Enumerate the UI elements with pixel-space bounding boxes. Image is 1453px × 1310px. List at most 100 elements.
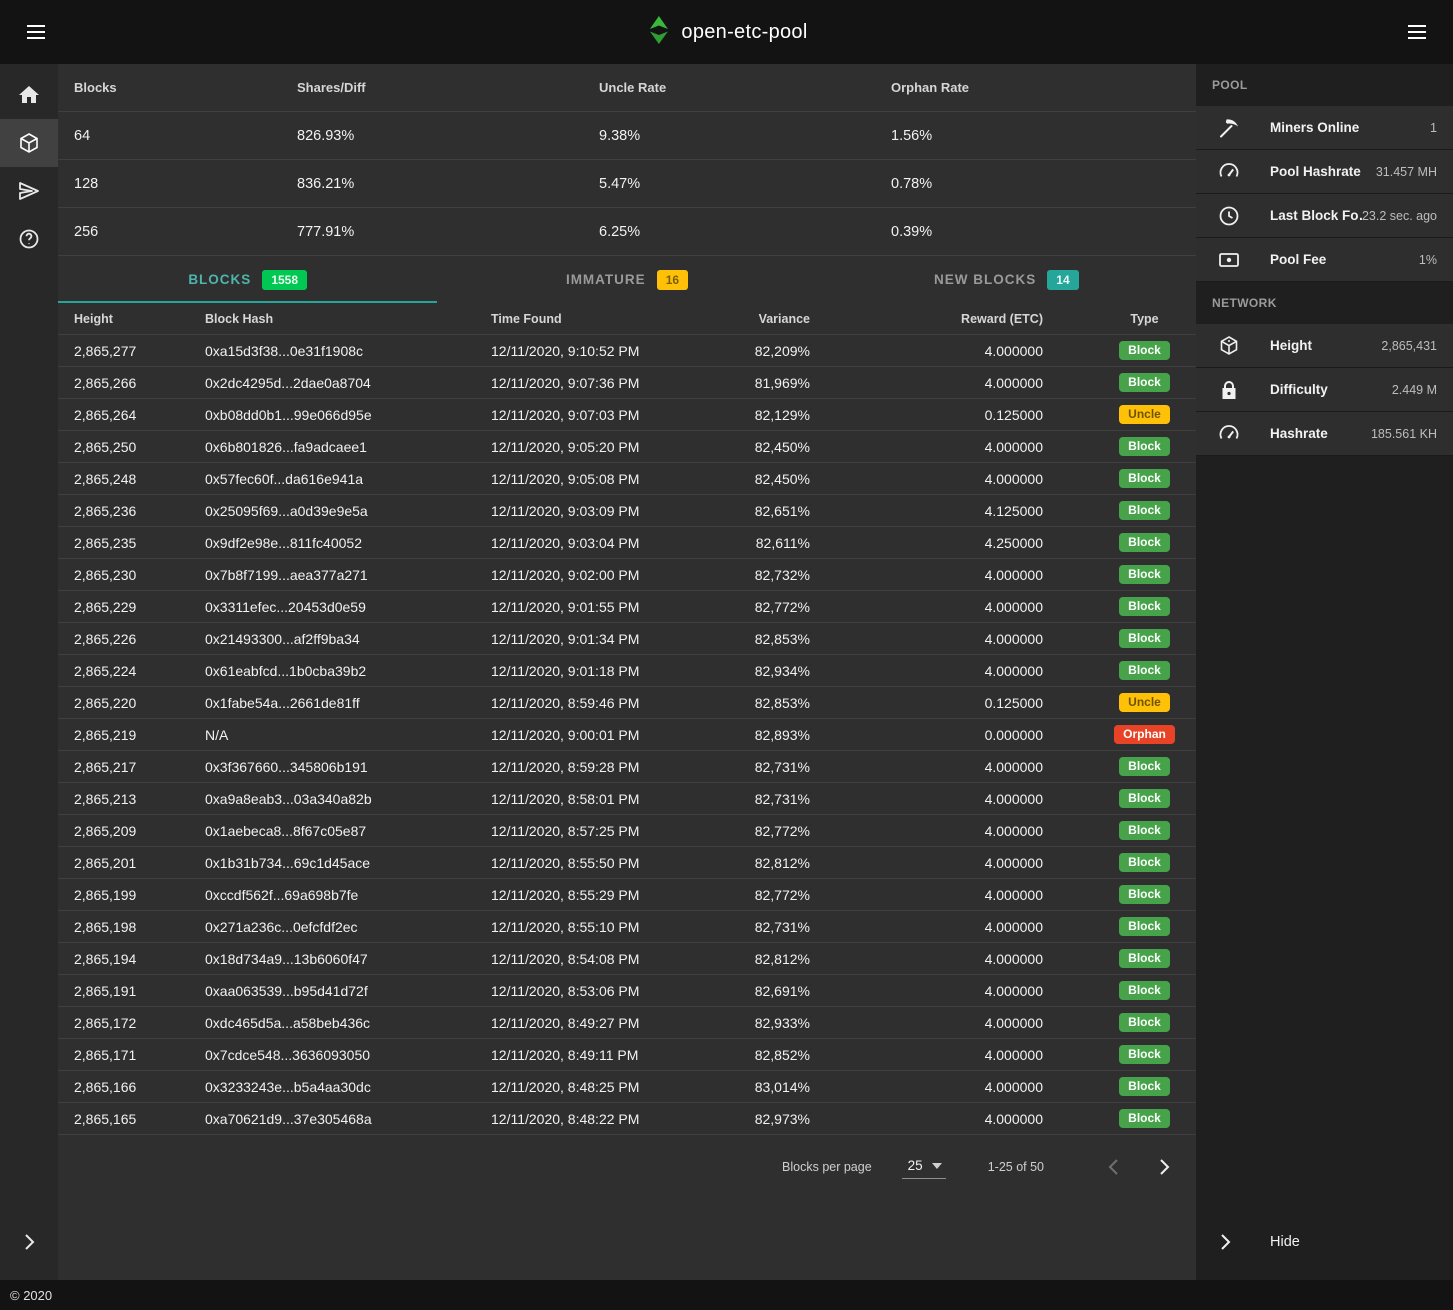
- block-time-found: 12/11/2020, 8:48:22 PM: [475, 1111, 735, 1127]
- tab-immature-label: IMMATURE: [566, 272, 646, 287]
- block-time-found: 12/11/2020, 8:54:08 PM: [475, 951, 735, 967]
- right-menu-button[interactable]: [1397, 12, 1437, 52]
- per-page-select[interactable]: 25: [902, 1155, 946, 1179]
- block-variance: 83,014%: [735, 1079, 818, 1095]
- expand-rail-button[interactable]: [0, 1218, 58, 1266]
- network-difficulty-item: Difficulty 2.449 M: [1196, 368, 1453, 412]
- prev-page-button[interactable]: [1096, 1149, 1132, 1185]
- block-time-found: 12/11/2020, 8:48:25 PM: [475, 1079, 735, 1095]
- network-hashrate-value: 185.561 KH: [1371, 427, 1437, 441]
- block-row: 2,865,236 0x25095f69...a0d39e9e5a 12/11/…: [58, 495, 1196, 527]
- network-difficulty-label: Difficulty: [1270, 382, 1328, 397]
- tab-immature[interactable]: IMMATURE 16: [437, 256, 816, 303]
- block-variance: 82,129%: [735, 407, 818, 423]
- block-height: 2,865,230: [58, 567, 189, 583]
- block-row: 2,865,217 0x3f367660...345806b191 12/11/…: [58, 751, 1196, 783]
- block-hash: 0x271a236c...0efcfdf2ec: [189, 919, 475, 935]
- block-hash: 0x21493300...af2ff9ba34: [189, 631, 475, 647]
- nav-payments-button[interactable]: [0, 167, 58, 215]
- block-reward: 4.000000: [818, 823, 1059, 839]
- block-variance: 82,934%: [735, 663, 818, 679]
- block-height: 2,865,248: [58, 471, 189, 487]
- block-hash: 0x9df2e98e...811fc40052: [189, 535, 475, 551]
- block-row: 2,865,226 0x21493300...af2ff9ba34 12/11/…: [58, 623, 1196, 655]
- block-row: 2,865,201 0x1b31b734...69c1d45ace 12/11/…: [58, 847, 1196, 879]
- block-reward: 0.125000: [818, 407, 1059, 423]
- network-height-value: 2,865,431: [1381, 339, 1437, 353]
- stats-uncle-rate-value: 6.25%: [583, 224, 875, 240]
- left-menu-button[interactable]: [16, 12, 56, 52]
- block-height: 2,865,277: [58, 343, 189, 359]
- next-page-button[interactable]: [1146, 1149, 1182, 1185]
- gauge-icon: [1217, 160, 1241, 184]
- blocks-table-header: Height Block Hash Time Found Variance Re…: [58, 303, 1196, 335]
- stats-shares-diff-value: 836.21%: [281, 176, 583, 192]
- panel-spacer: [1196, 456, 1453, 1218]
- block-hash: 0x7b8f7199...aea377a271: [189, 567, 475, 583]
- block-time-found: 12/11/2020, 9:01:34 PM: [475, 631, 735, 647]
- nav-help-button[interactable]: [0, 215, 58, 263]
- block-variance: 82,651%: [735, 503, 818, 519]
- block-time-found: 12/11/2020, 8:49:11 PM: [475, 1047, 735, 1063]
- block-type-badge: Block: [1119, 1109, 1170, 1128]
- block-height: 2,865,191: [58, 983, 189, 999]
- tab-blocks[interactable]: BLOCKS 1558: [58, 256, 437, 303]
- block-hash: 0xccdf562f...69a698b7fe: [189, 887, 475, 903]
- pool-section-title: POOL: [1196, 64, 1453, 106]
- block-hash: 0x3311efec...20453d0e59: [189, 599, 475, 615]
- block-hash: 0x3f367660...345806b191: [189, 759, 475, 775]
- block-hash: 0xa9a8eab3...03a340a82b: [189, 791, 475, 807]
- block-time-found: 12/11/2020, 9:03:04 PM: [475, 535, 735, 551]
- stats-row: 256 777.91% 6.25% 0.39%: [58, 208, 1196, 256]
- app-root: open-etc-pool: [0, 0, 1453, 1310]
- block-height: 2,865,209: [58, 823, 189, 839]
- tab-blocks-label: BLOCKS: [188, 272, 251, 287]
- pool-hashrate-label: Pool Hashrate: [1270, 164, 1361, 179]
- block-reward: 0.125000: [818, 695, 1059, 711]
- col-type: Type: [1059, 312, 1196, 326]
- block-variance: 82,772%: [735, 823, 818, 839]
- stats-orphan-rate-value: 1.56%: [875, 128, 1196, 144]
- block-height: 2,865,266: [58, 375, 189, 391]
- pool-hashrate-item: Pool Hashrate 31.457 MH: [1196, 150, 1453, 194]
- block-reward: 4.000000: [818, 951, 1059, 967]
- send-icon: [17, 179, 41, 203]
- block-time-found: 12/11/2020, 9:10:52 PM: [475, 343, 735, 359]
- pool-hashrate-value: 31.457 MH: [1376, 165, 1437, 179]
- network-height-item: Height 2,865,431: [1196, 324, 1453, 368]
- block-height: 2,865,198: [58, 919, 189, 935]
- block-hash: 0x25095f69...a0d39e9e5a: [189, 503, 475, 519]
- tab-new-blocks[interactable]: NEW BLOCKS 14: [817, 256, 1196, 303]
- block-hash: 0xb08dd0b1...99e066d95e: [189, 407, 475, 423]
- pool-fee-label: Pool Fee: [1270, 252, 1326, 267]
- block-row: 2,865,191 0xaa063539...b95d41d72f 12/11/…: [58, 975, 1196, 1007]
- block-time-found: 12/11/2020, 9:01:55 PM: [475, 599, 735, 615]
- block-type-badge: Block: [1119, 469, 1170, 488]
- nav-blocks-button[interactable]: [0, 119, 58, 167]
- block-variance: 82,812%: [735, 855, 818, 871]
- stats-col-uncle-rate: Uncle Rate: [583, 80, 875, 95]
- block-type-badge: Block: [1119, 789, 1170, 808]
- block-reward: 4.000000: [818, 1111, 1059, 1127]
- block-height: 2,865,264: [58, 407, 189, 423]
- block-type-badge: Block: [1119, 1077, 1170, 1096]
- block-reward: 4.000000: [818, 919, 1059, 935]
- miners-online-value: 1: [1430, 121, 1437, 135]
- payment-card-icon: [1217, 248, 1241, 272]
- block-row: 2,865,219 N/A 12/11/2020, 9:00:01 PM 82,…: [58, 719, 1196, 751]
- chevron-right-icon: [17, 1230, 41, 1254]
- block-reward: 4.000000: [818, 759, 1059, 775]
- hide-panel-button[interactable]: Hide: [1196, 1218, 1453, 1266]
- block-row: 2,865,213 0xa9a8eab3...03a340a82b 12/11/…: [58, 783, 1196, 815]
- block-reward: 4.000000: [818, 887, 1059, 903]
- block-row: 2,865,230 0x7b8f7199...aea377a271 12/11/…: [58, 559, 1196, 591]
- block-reward: 4.000000: [818, 375, 1059, 391]
- block-height: 2,865,213: [58, 791, 189, 807]
- block-hash: 0x61eabfcd...1b0cba39b2: [189, 663, 475, 679]
- nav-home-button[interactable]: [0, 71, 58, 119]
- copyright-text: © 2020: [10, 1288, 52, 1303]
- block-variance: 82,772%: [735, 887, 818, 903]
- page-range-label: 1-25 of 50: [988, 1160, 1044, 1174]
- block-reward: 4.000000: [818, 567, 1059, 583]
- stats-shares-diff-value: 826.93%: [281, 128, 583, 144]
